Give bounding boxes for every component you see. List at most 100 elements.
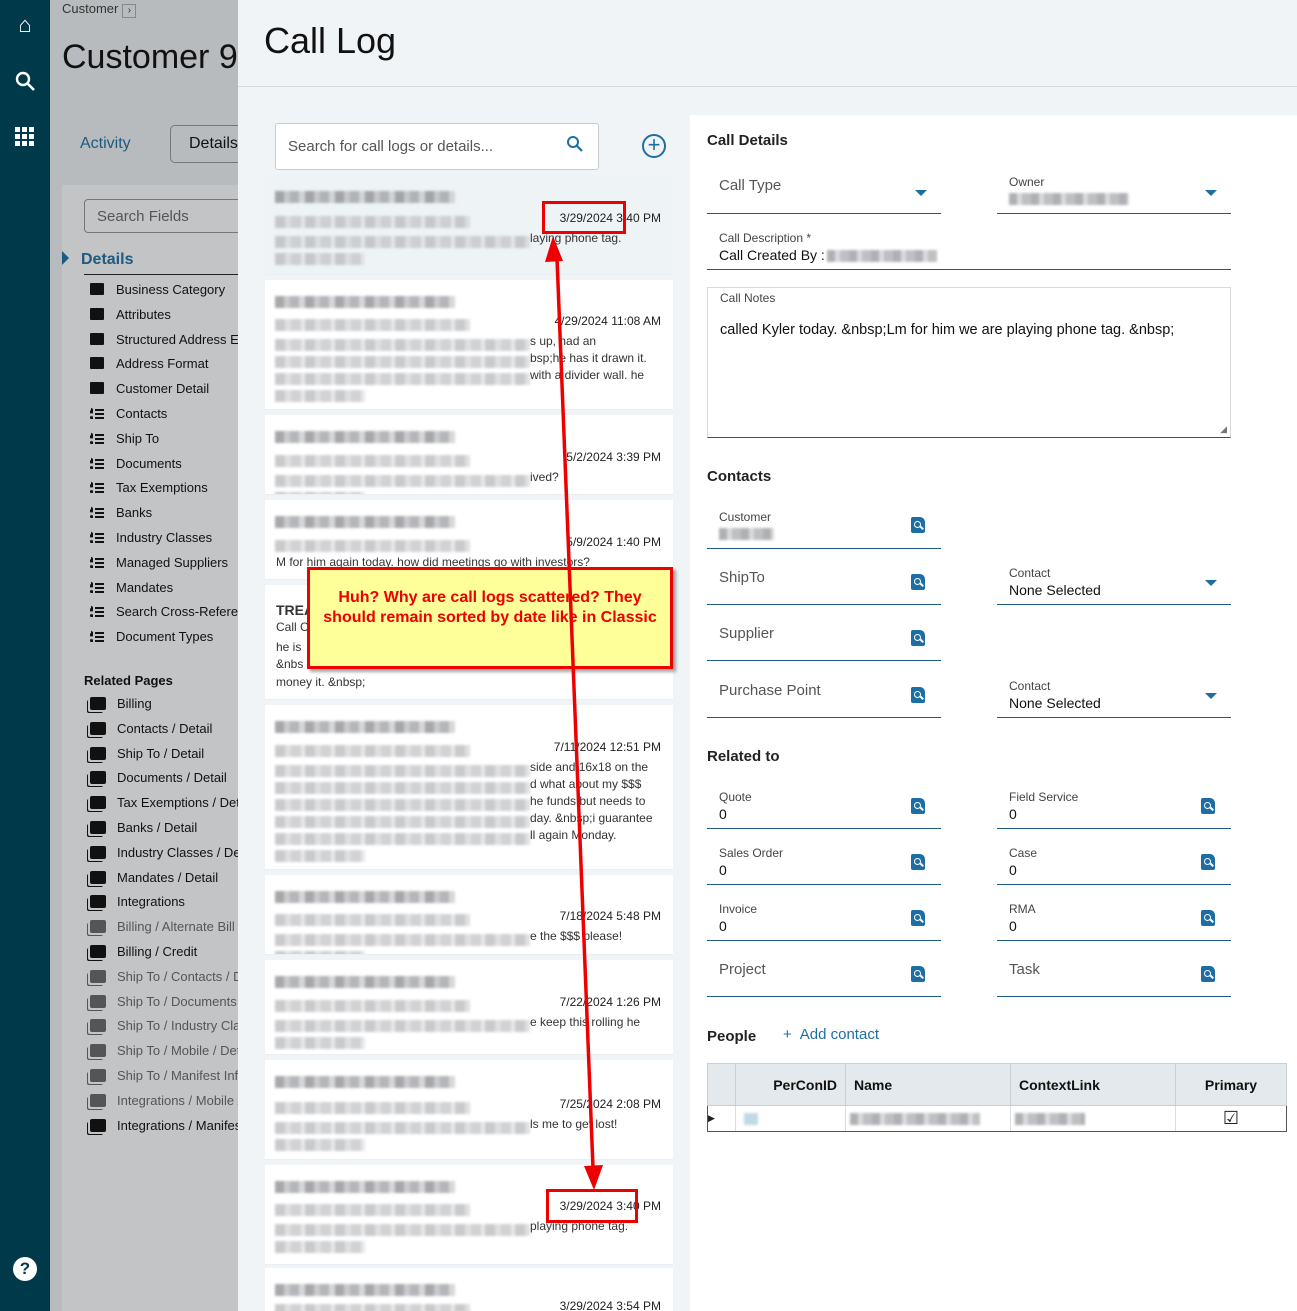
purchase-point-label: Purchase Point — [719, 682, 821, 699]
field-label: Sales Order — [719, 846, 784, 860]
details-item[interactable]: Attributes — [90, 307, 171, 322]
column-header[interactable]: PerConID — [735, 1063, 846, 1106]
column-header[interactable]: Primary — [1175, 1063, 1287, 1106]
column-header[interactable]: ContextLink — [1010, 1063, 1176, 1106]
lookup-search-icon[interactable] — [911, 687, 925, 703]
related-page-link[interactable]: Billing / Credit — [90, 944, 197, 959]
notes-redacted — [275, 850, 365, 862]
details-item[interactable]: Document Types — [90, 629, 213, 644]
details-item[interactable]: Mandates — [90, 580, 173, 595]
details-item[interactable]: Address Format — [90, 356, 208, 371]
primary-checkbox[interactable]: ☑ — [1175, 1105, 1287, 1132]
lookup-search-icon[interactable] — [1201, 854, 1215, 870]
table-row[interactable]: ▶ ☑ — [707, 1105, 1287, 1132]
related-page-link[interactable]: Integrations — [90, 894, 185, 909]
related-invoice-lookup[interactable]: Invoice 0 — [707, 885, 941, 941]
related-rma-lookup[interactable]: RMA 0 — [997, 885, 1231, 941]
customer-lookup[interactable]: Customer — [707, 493, 941, 549]
related-page-link[interactable]: Banks / Detail — [90, 820, 197, 835]
related-project-lookup[interactable]: Project — [707, 941, 941, 997]
lookup-search-icon[interactable] — [1201, 966, 1215, 982]
related-case-lookup[interactable]: Case 0 — [997, 829, 1231, 885]
shipto-contact-dropdown[interactable]: Contact None Selected — [997, 549, 1231, 605]
add-contact-button[interactable]: + Add contact — [783, 1026, 879, 1043]
related-page-link[interactable]: Integrations / Mobile / — [90, 1093, 238, 1108]
search-icon[interactable] — [10, 66, 40, 96]
chevron-right-icon[interactable]: › — [122, 4, 137, 18]
breadcrumb[interactable]: Customer › — [62, 1, 137, 18]
search-icon[interactable] — [566, 135, 584, 153]
lookup-search-icon[interactable] — [911, 630, 925, 646]
call-notes-textarea[interactable]: Call Notes called Kyler today. &nbsp;Lm f… — [707, 287, 1231, 438]
related-page-link[interactable]: Ship To / Mobile / Deta — [90, 1043, 238, 1058]
related-page-link[interactable]: Ship To / Manifest Info — [90, 1068, 238, 1083]
related-field-service-lookup[interactable]: Field Service 0 — [997, 773, 1231, 829]
add-call-log-button[interactable]: + — [642, 134, 666, 158]
contextlink-cell[interactable] — [1010, 1105, 1176, 1132]
purchase-point-lookup[interactable]: Purchase Point — [707, 662, 941, 718]
lookup-search-icon[interactable] — [911, 798, 925, 814]
related-page-link[interactable]: Billing / Alternate Bill — [90, 919, 235, 934]
home-icon[interactable]: ⌂ — [10, 10, 40, 40]
tab-activity[interactable]: Activity — [80, 135, 131, 153]
call-type-dropdown[interactable]: Call Type — [707, 158, 941, 214]
lookup-search-icon[interactable] — [1201, 798, 1215, 814]
related-page-link[interactable]: Ship To / Documents / — [90, 994, 238, 1009]
related-page-link[interactable]: Tax Exemptions / Deta — [90, 795, 238, 810]
details-item[interactable]: Managed Suppliers — [90, 555, 228, 570]
lookup-search-icon[interactable] — [911, 517, 925, 533]
details-item[interactable]: Industry Classes — [90, 530, 212, 545]
company-name-redacted — [275, 976, 455, 988]
related-page-link[interactable]: Ship To / Contacts / De — [90, 969, 238, 984]
supplier-lookup[interactable]: Supplier — [707, 605, 941, 661]
call-log-item[interactable]: 7/18/2024 5:48 PM e the $$$ please! — [265, 875, 673, 955]
shipto-lookup[interactable]: ShipTo — [707, 549, 941, 605]
perconid-cell[interactable] — [735, 1105, 846, 1132]
related-page-link[interactable]: Integrations / Manifes — [90, 1118, 238, 1133]
related-page-link[interactable]: Mandates / Detail — [90, 870, 218, 885]
related-page-link[interactable]: Ship To / Industry Clas — [90, 1018, 238, 1033]
call-log-item[interactable]: 4/29/2024 11:08 AM s up, had an bsp;he has… — [265, 280, 673, 410]
help-icon[interactable]: ? — [10, 1254, 40, 1284]
creator-redacted — [275, 914, 470, 926]
details-item[interactable]: Business Category — [90, 282, 225, 297]
lookup-search-icon[interactable] — [911, 910, 925, 926]
details-item[interactable]: Search Cross-Referenc — [90, 604, 238, 619]
lookup-search-icon[interactable] — [911, 574, 925, 590]
call-log-search-input[interactable]: Search for call logs or details... — [275, 123, 599, 170]
annotation-highlight-box — [542, 201, 626, 234]
name-cell[interactable] — [845, 1105, 1011, 1132]
details-item[interactable]: Documents — [90, 456, 182, 471]
details-section-header[interactable]: Details — [62, 251, 133, 269]
apps-grid-icon[interactable] — [10, 122, 40, 152]
call-log-item[interactable]: 7/11/2024 12:51 PM side and 16x18 on the d… — [265, 705, 673, 870]
call-log-item[interactable]: 7/25/2024 2:08 PM ls me to get lost! — [265, 1060, 673, 1160]
related-page-link[interactable]: Billing — [90, 696, 152, 711]
lookup-search-icon[interactable] — [911, 966, 925, 982]
details-item[interactable]: Banks — [90, 505, 152, 520]
related-page-link[interactable]: Ship To / Detail — [90, 746, 204, 761]
related-task-lookup[interactable]: Task — [997, 941, 1231, 997]
owner-dropdown[interactable]: Owner — [997, 158, 1231, 214]
details-item[interactable]: Structured Address El — [90, 332, 238, 347]
details-item[interactable]: Customer Detail — [90, 381, 209, 396]
purchase-point-contact-dropdown[interactable]: Contact None Selected — [997, 662, 1231, 718]
details-item[interactable]: Contacts — [90, 406, 167, 421]
search-fields-input[interactable]: Search Fields — [84, 199, 238, 233]
details-item[interactable]: Ship To — [90, 431, 159, 446]
tab-details[interactable]: Details — [170, 125, 238, 163]
lookup-search-icon[interactable] — [1201, 910, 1215, 926]
call-log-item[interactable]: 5/2/2024 3:39 PM ived? — [265, 415, 673, 495]
call-log-item[interactable]: 7/22/2024 1:26 PM e keep this rolling he — [265, 960, 673, 1055]
call-log-item[interactable]: 3/29/2024 3:54 PM — [265, 1268, 673, 1311]
related-page-link[interactable]: Contacts / Detail — [90, 721, 212, 736]
column-header[interactable]: Name — [845, 1063, 1011, 1106]
lookup-search-icon[interactable] — [911, 854, 925, 870]
call-description-field[interactable]: Call Description * Call Created By : — [707, 214, 1231, 270]
related-page-link[interactable]: Industry Classes / Det — [90, 845, 238, 860]
related-page-link[interactable]: Documents / Detail — [90, 770, 227, 785]
details-item[interactable]: Tax Exemptions — [90, 480, 208, 495]
resize-handle-icon[interactable]: ◢ — [1220, 424, 1227, 435]
related-sales-order-lookup[interactable]: Sales Order 0 — [707, 829, 941, 885]
related-quote-lookup[interactable]: Quote 0 — [707, 773, 941, 829]
